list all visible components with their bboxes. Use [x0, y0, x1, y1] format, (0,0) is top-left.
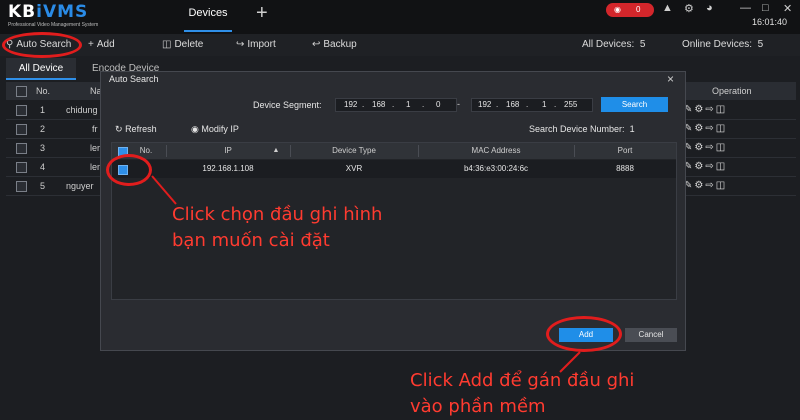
- annotation-text-line2: bạn muốn cài đặt: [172, 230, 330, 251]
- annotation-text-line3: Click Add để gán đầu ghi: [410, 370, 635, 391]
- arrow-to-add: [559, 351, 581, 373]
- annotation-arrows: [151, 175, 581, 373]
- annotation-text-line4: vào phần mềm: [410, 396, 546, 417]
- arrow-to-checkbox: [151, 175, 177, 205]
- annotation-text-line1: Click chọn đầu ghi hình: [172, 204, 383, 225]
